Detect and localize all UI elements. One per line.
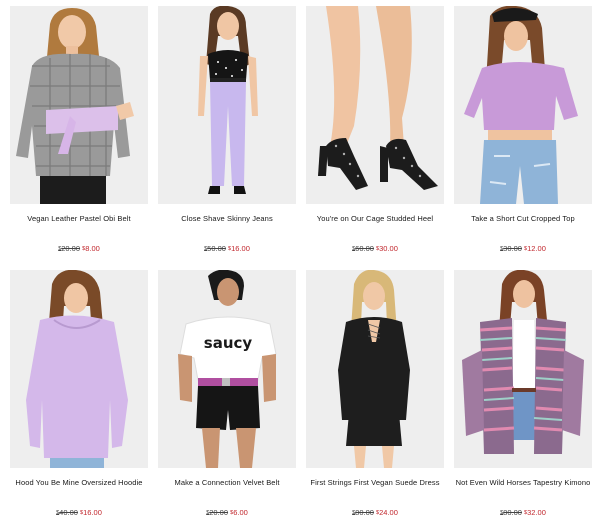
product-card[interactable]: Take a Short Cut Cropped Top $30.00 $12.… (454, 6, 592, 262)
black-caged-heels-image[interactable] (306, 6, 444, 204)
original-price: $20.00 (206, 508, 229, 517)
original-price: $80.00 (352, 508, 374, 517)
product-card[interactable]: First Strings First Vegan Suede Dress $8… (306, 270, 444, 526)
product-name[interactable]: Close Shave Skinny Jeans (152, 214, 302, 224)
tee-print-text: saucy (204, 334, 253, 352)
sale-price: $16.00 (80, 508, 102, 517)
product-card[interactable]: You're on Our Cage Studded Heel $60.00 $… (306, 6, 444, 262)
product-price: $20.00 $8.00 (10, 244, 148, 254)
product-card[interactable]: Hood You Be Mine Oversized Hoodie $40.00… (10, 270, 148, 526)
product-price: $30.00 $12.00 (454, 244, 592, 254)
product-card[interactable]: Vegan Leather Pastel Obi Belt $20.00 $8.… (10, 6, 148, 262)
product-price: $50.00 $16.00 (158, 244, 296, 254)
model-wearing-lilac-hoodie-image[interactable] (10, 270, 148, 468)
model-wearing-lilac-jeans-image[interactable] (158, 6, 296, 204)
product-price: $40.00 $16.00 (10, 508, 148, 518)
product-name[interactable]: Make a Connection Velvet Belt (152, 478, 302, 488)
product-price: $80.00 $24.00 (306, 508, 444, 518)
original-price: $80.00 (500, 508, 522, 517)
model-wearing-obi-belt-image[interactable] (10, 6, 148, 204)
product-card[interactable]: saucy Make a Connection Velvet Belt $20.… (158, 270, 296, 526)
sale-price: $16.00 (228, 244, 250, 253)
product-card[interactable]: Not Even Wild Horses Tapestry Kimono $80… (454, 270, 592, 526)
model-wearing-black-suede-dress-image[interactable] (306, 270, 444, 468)
original-price: $50.00 (204, 244, 226, 253)
original-price: $20.00 (58, 244, 81, 253)
model-wearing-tapestry-kimono-image[interactable] (454, 270, 592, 468)
product-price: $20.00 $6.00 (158, 508, 296, 518)
original-price: $40.00 (56, 508, 78, 517)
product-name[interactable]: Take a Short Cut Cropped Top (448, 214, 598, 224)
product-grid: Vegan Leather Pastel Obi Belt $20.00 $8.… (0, 0, 600, 528)
model-wearing-saucy-tee-image[interactable]: saucy (158, 270, 296, 468)
product-name[interactable]: First Strings First Vegan Suede Dress (300, 478, 450, 488)
sale-price: $30.00 (376, 244, 398, 253)
product-price: $80.00 $32.00 (454, 508, 592, 518)
product-name[interactable]: Vegan Leather Pastel Obi Belt (4, 214, 154, 224)
original-price: $60.00 (352, 244, 374, 253)
sale-price: $24.00 (376, 508, 398, 517)
product-name[interactable]: You're on Our Cage Studded Heel (300, 214, 450, 224)
product-price: $60.00 $30.00 (306, 244, 444, 254)
sale-price: $6.00 (230, 508, 248, 517)
sale-price: $32.00 (524, 508, 546, 517)
product-name[interactable]: Hood You Be Mine Oversized Hoodie (4, 478, 154, 488)
sale-price: $8.00 (82, 244, 100, 253)
model-wearing-lilac-crop-top-image[interactable] (454, 6, 592, 204)
original-price: $30.00 (500, 244, 522, 253)
sale-price: $12.00 (524, 244, 546, 253)
product-name[interactable]: Not Even Wild Horses Tapestry Kimono (448, 478, 598, 488)
product-card[interactable]: Close Shave Skinny Jeans $50.00 $16.00 (158, 6, 296, 262)
